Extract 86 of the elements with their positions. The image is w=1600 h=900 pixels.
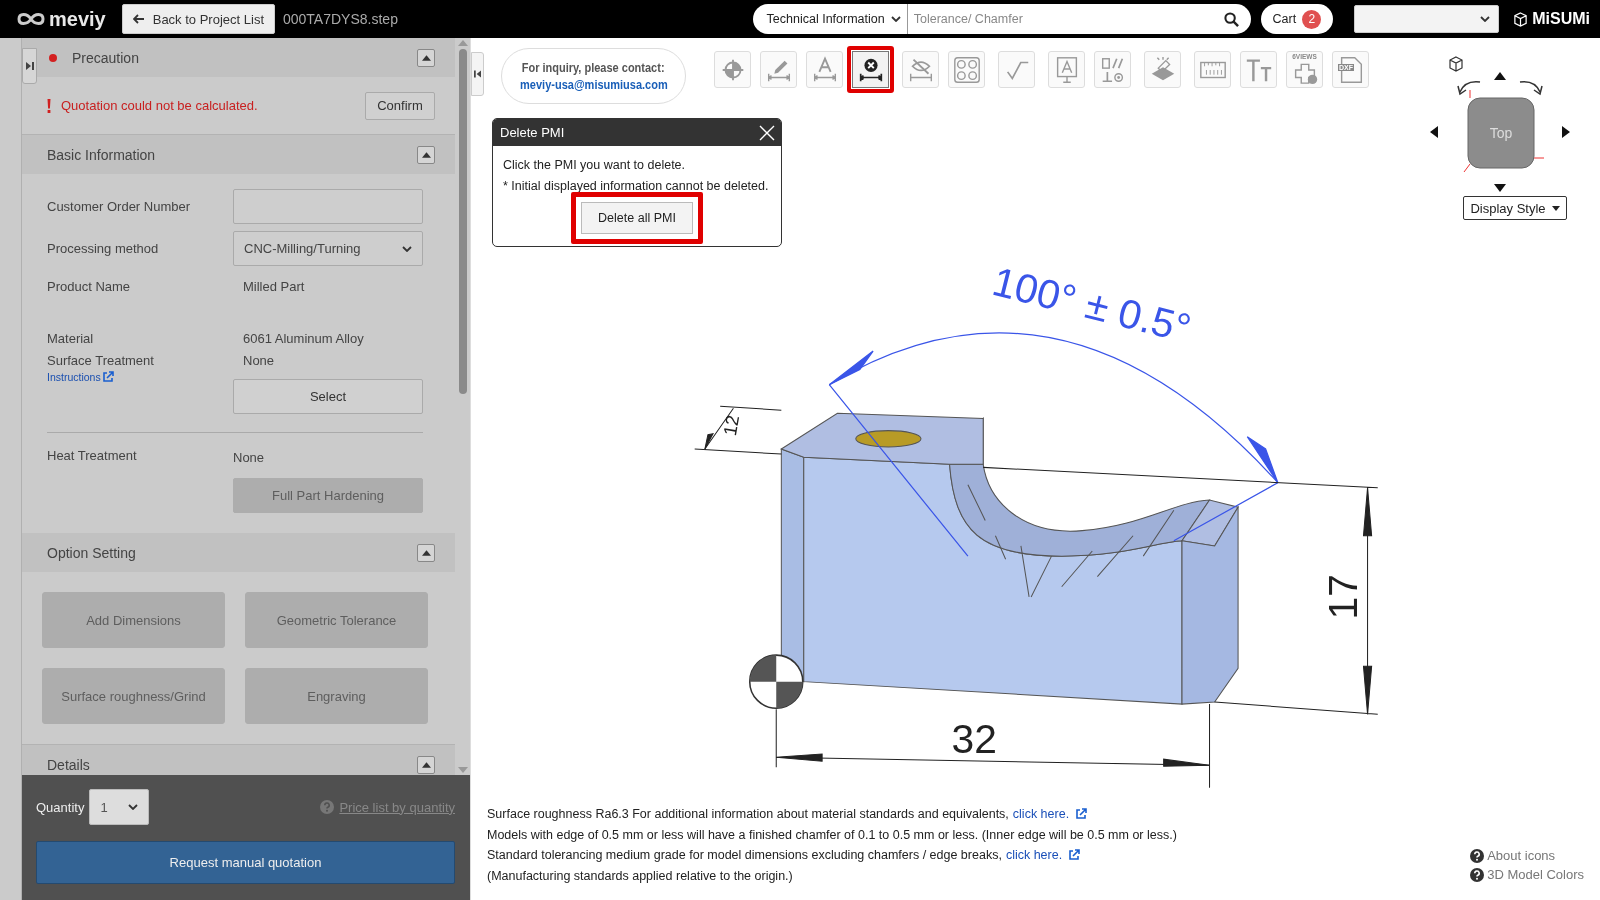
quantity-select[interactable]: 1 (89, 789, 150, 825)
section-title: Precaution (72, 49, 140, 66)
order-number-field[interactable] (233, 189, 423, 224)
inquiry-text: For inquiry, please contact: (522, 60, 665, 75)
help-icon (1470, 867, 1485, 882)
external-link-icon (1068, 849, 1081, 862)
holes-icon (951, 54, 982, 85)
caret-icon (128, 804, 139, 810)
field-value: Milled Part (242, 277, 306, 296)
collapse-icon (474, 70, 481, 78)
brand-logo-text: MiSUMi (1532, 10, 1590, 28)
field-label: Customer Order Number (47, 198, 192, 216)
caret-icon (1551, 205, 1560, 211)
note-text: (Manufacturing standards applied relative to the origin.) (487, 867, 794, 885)
confirm-button[interactable]: Confirm (365, 91, 435, 120)
height-dimension-text: 17 (1320, 574, 1367, 620)
dialog-text: Click the PMI you want to delete. (503, 157, 687, 174)
panel-collapse-button[interactable] (471, 52, 484, 96)
alert-dot-icon (49, 53, 57, 62)
field-value: None (242, 351, 276, 370)
display-style-select[interactable]: Display Style (1463, 196, 1567, 220)
cube-logo-icon (1513, 11, 1529, 27)
dialog-title: Delete PMI (500, 125, 565, 140)
field-label: Material (47, 329, 95, 348)
delete-all-button[interactable]: Delete all PMI (571, 192, 703, 244)
collapse-button[interactable] (417, 48, 435, 67)
instructions-link[interactable]: Instructions (47, 371, 233, 383)
panel-toggle-button[interactable] (22, 48, 37, 84)
dialog-text: * Initial displayed information cannot be deleted. (503, 177, 770, 195)
search-category-select[interactable]: Technical Information (752, 4, 908, 34)
view-cube-face-label: Top (1489, 125, 1513, 141)
close-icon (759, 124, 775, 141)
field-label: Product Name (47, 277, 132, 296)
infinity-logo-icon (16, 12, 46, 26)
caret-icon (402, 245, 412, 252)
section-title: Details (47, 756, 91, 773)
cart-count-badge: 2 (1302, 9, 1322, 29)
field-label: Surface Treatment (47, 351, 155, 370)
triangle-icon (421, 549, 431, 556)
help-link[interactable]: 3D Model Colors (1470, 867, 1584, 882)
click-here-link[interactable]: click here. (1012, 804, 1088, 825)
help-icon (320, 800, 335, 814)
inquiry-email-link[interactable]: meviy-usa@misumiusa.com (519, 77, 668, 92)
processing-method-select[interactable]: CNC-Milling/Turning (233, 231, 423, 266)
toolbar-button[interactable] (847, 46, 894, 93)
cube-icon[interactable] (1448, 56, 1464, 72)
collapse-button[interactable] (417, 145, 435, 164)
caret-icon (1480, 16, 1491, 22)
quantity-label: Quantity (36, 799, 85, 815)
click-here-link[interactable]: click here. (1005, 845, 1081, 866)
note-text: Surface roughness Ra6.3 For additional information about material standards and equivalents, click here. (487, 804, 1471, 825)
select-button[interactable]: Select (233, 379, 423, 414)
field-label: Heat Treatment (47, 447, 138, 465)
note-text: Models with edge of 0.5 mm or less will have a finished chamfer of 0.1 to 0.5 mm or less. (Inner edge will be 0.5 mm or less.) (487, 826, 1178, 844)
expand-icon (25, 62, 34, 70)
back-button[interactable]: Back to Project List (121, 4, 275, 34)
section-title: Option Setting (47, 544, 137, 561)
angle-dimension-text: 100° ± 0.5° (988, 258, 1196, 352)
error-message: Quotation could not be calculated. (61, 98, 259, 113)
back-arrow-icon (132, 14, 145, 24)
origin-marker-icon (748, 654, 804, 709)
collapse-button[interactable] (417, 755, 435, 774)
request-quotation-button[interactable]: Request manual quotation (36, 841, 455, 884)
section-title: Basic Information (47, 146, 157, 163)
note-text: Standard tolerancing medium grade for model dimensions excluding chamfers / edge breaks, click here. (487, 845, 1471, 866)
file-name: 000TA7DYS8.step (283, 11, 398, 27)
cart-button[interactable]: Cart 2 (1260, 4, 1334, 34)
help-link[interactable]: About icons (1470, 848, 1584, 863)
collapse-button[interactable] (417, 543, 435, 562)
search-icon[interactable] (1223, 11, 1239, 27)
field-value: 6061 Aluminum Alloy (242, 329, 365, 348)
external-link-icon (101, 371, 114, 383)
thickness-dimension-text: 12 (719, 413, 744, 438)
width-dimension-text: 32 (951, 716, 997, 763)
external-link-icon (1075, 808, 1088, 821)
triangle-icon (421, 151, 431, 158)
warning-icon (47, 98, 51, 113)
help-icon (1470, 848, 1485, 863)
close-button[interactable] (759, 124, 775, 141)
dropdown-select[interactable] (1354, 5, 1500, 33)
field-label: Processing method (47, 239, 160, 258)
triangle-icon (421, 54, 431, 61)
triangle-icon (421, 761, 431, 768)
caret-icon (890, 16, 901, 22)
field-value: None (233, 449, 266, 467)
logo-text: meviy (49, 7, 106, 31)
